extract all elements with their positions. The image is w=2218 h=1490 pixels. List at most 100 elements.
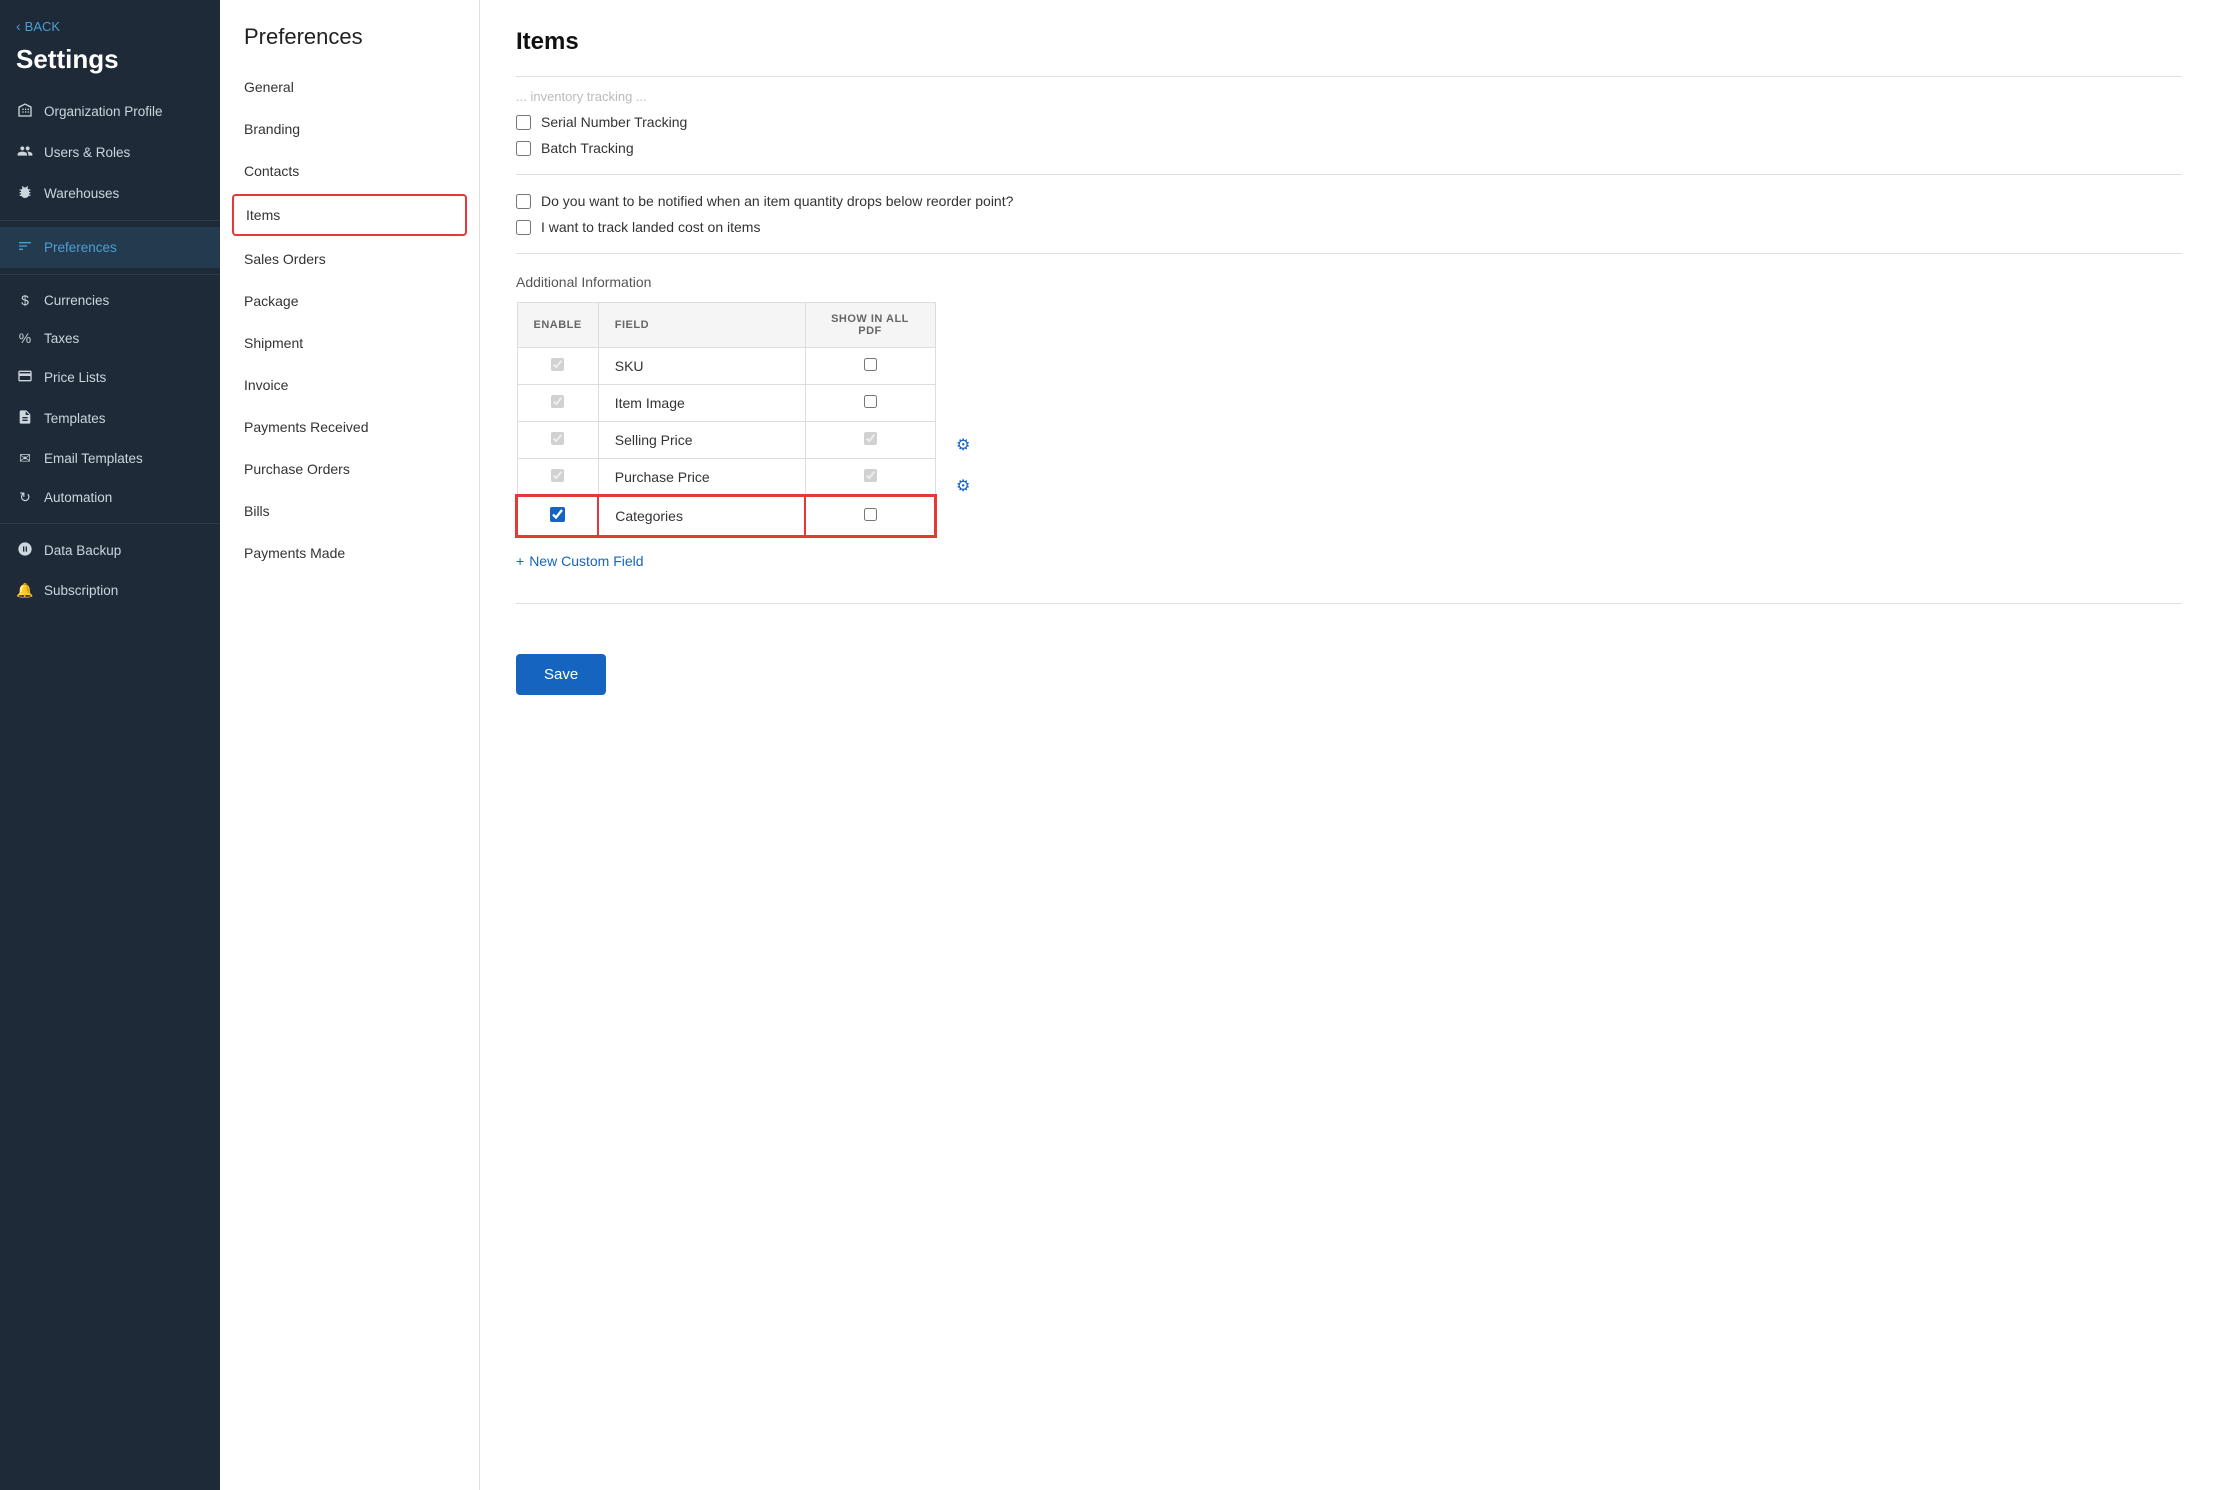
additional-info-table: ENABLE FIELD SHOW IN ALL PDF SKU [516, 302, 936, 537]
currency-icon: $ [16, 292, 34, 308]
batch-tracking-row: Batch Tracking [516, 140, 2182, 156]
middle-item-invoice[interactable]: Invoice [220, 364, 479, 406]
categories-pdf-checkbox[interactable] [864, 508, 877, 521]
sidebar-item-users-roles[interactable]: Users & Roles [0, 132, 220, 173]
notify-reorder-label: Do you want to be notified when an item … [541, 193, 1013, 209]
col-header-field: FIELD [598, 303, 805, 348]
purchase-price-pdf-checkbox[interactable] [864, 469, 877, 482]
sidebar: ‹ BACK Settings Organization Profile Use… [0, 0, 220, 1490]
back-chevron-icon: ‹ [16, 18, 21, 34]
notify-reorder-checkbox[interactable] [516, 194, 531, 209]
back-label: BACK [25, 19, 60, 34]
table-header-row: ENABLE FIELD SHOW IN ALL PDF [517, 303, 935, 348]
categories-field-cell: Categories [598, 496, 805, 536]
sku-pdf-checkbox[interactable] [864, 358, 877, 371]
email-icon: ✉ [16, 450, 34, 467]
middle-item-contacts[interactable]: Contacts [220, 150, 479, 192]
divider-2 [0, 274, 220, 275]
plus-icon: + [516, 553, 524, 569]
table-container: ENABLE FIELD SHOW IN ALL PDF SKU [516, 302, 2182, 537]
sidebar-item-org-profile[interactable]: Organization Profile [0, 91, 220, 132]
purchase-price-pdf-cell [805, 459, 935, 497]
middle-item-payments-received[interactable]: Payments Received [220, 406, 479, 448]
divider-before-save [516, 603, 2182, 604]
middle-panel-title: Preferences [220, 0, 479, 66]
new-custom-field-link[interactable]: + New Custom Field [516, 553, 644, 569]
purchase-price-gear-cell: ⚙ [936, 465, 970, 506]
item-image-field-cell: Item Image [598, 385, 805, 422]
middle-item-sales-orders[interactable]: Sales Orders [220, 238, 479, 280]
track-landed-checkbox[interactable] [516, 220, 531, 235]
middle-item-package[interactable]: Package [220, 280, 479, 322]
item-image-pdf-checkbox[interactable] [864, 395, 877, 408]
additional-info-label: Additional Information [516, 274, 2182, 290]
sidebar-item-price-lists[interactable]: Price Lists [0, 357, 220, 398]
sidebar-item-templates[interactable]: Templates [0, 398, 220, 439]
users-icon [16, 143, 34, 162]
table-row-item-image: Item Image [517, 385, 935, 422]
sidebar-item-preferences[interactable]: Preferences [0, 227, 220, 268]
sidebar-item-subscription[interactable]: 🔔 Subscription [0, 571, 220, 610]
preferences-icon [16, 238, 34, 257]
selling-price-field-cell: Selling Price [598, 422, 805, 459]
sidebar-item-currencies-label: Currencies [44, 293, 109, 308]
col-header-show-pdf: SHOW IN ALL PDF [805, 303, 935, 348]
sidebar-item-data-backup[interactable]: Data Backup [0, 530, 220, 571]
sidebar-item-users-label: Users & Roles [44, 145, 130, 160]
middle-item-general[interactable]: General [220, 66, 479, 108]
selling-price-pdf-cell [805, 422, 935, 459]
price-list-icon [16, 368, 34, 387]
top-faded-section: ... inventory tracking ... [516, 76, 2182, 104]
purchase-price-enable-cell [517, 459, 598, 497]
sidebar-item-templates-label: Templates [44, 411, 106, 426]
warehouse-icon [16, 184, 34, 203]
track-landed-label: I want to track landed cost on items [541, 219, 760, 235]
categories-pdf-cell [805, 496, 935, 536]
batch-tracking-checkbox[interactable] [516, 141, 531, 156]
serial-number-checkbox[interactable] [516, 115, 531, 130]
selling-price-pdf-checkbox[interactable] [864, 432, 877, 445]
selling-price-gear-icon[interactable]: ⚙ [956, 435, 970, 455]
sidebar-item-preferences-label: Preferences [44, 240, 117, 255]
table-row-purchase-price: Purchase Price [517, 459, 935, 497]
sidebar-item-automation-label: Automation [44, 490, 112, 505]
selling-price-gear-cell: ⚙ [936, 424, 970, 465]
backup-icon [16, 541, 34, 560]
save-button[interactable]: Save [516, 654, 606, 695]
sidebar-item-email-templates-label: Email Templates [44, 451, 143, 466]
middle-item-items[interactable]: Items [232, 194, 467, 236]
sidebar-title: Settings [0, 40, 220, 91]
templates-icon [16, 409, 34, 428]
sku-field-cell: SKU [598, 348, 805, 385]
sidebar-item-currencies[interactable]: $ Currencies [0, 281, 220, 319]
item-image-enable-checkbox[interactable] [551, 395, 564, 408]
automation-icon: ↻ [16, 489, 34, 506]
back-button[interactable]: ‹ BACK [0, 0, 220, 40]
divider-before-additional [516, 253, 2182, 254]
selling-price-enable-checkbox[interactable] [551, 432, 564, 445]
middle-item-shipment[interactable]: Shipment [220, 322, 479, 364]
item-image-gear-spacer [936, 383, 970, 424]
sku-gear-spacer [936, 342, 970, 383]
purchase-price-enable-checkbox[interactable] [551, 469, 564, 482]
notify-reorder-row: Do you want to be notified when an item … [516, 193, 2182, 209]
divider-after-tracking [516, 174, 2182, 175]
middle-item-branding[interactable]: Branding [220, 108, 479, 150]
middle-item-bills[interactable]: Bills [220, 490, 479, 532]
middle-item-payments-made[interactable]: Payments Made [220, 532, 479, 574]
sku-enable-checkbox[interactable] [551, 358, 564, 371]
taxes-icon: % [16, 330, 34, 346]
divider-1 [0, 220, 220, 221]
sidebar-item-automation[interactable]: ↻ Automation [0, 478, 220, 517]
middle-item-purchase-orders[interactable]: Purchase Orders [220, 448, 479, 490]
categories-enable-checkbox[interactable] [550, 507, 565, 522]
gear-header-spacer [936, 302, 970, 342]
sku-pdf-cell [805, 348, 935, 385]
sidebar-item-taxes-label: Taxes [44, 331, 79, 346]
categories-enable-cell [517, 496, 598, 536]
sidebar-item-taxes[interactable]: % Taxes [0, 319, 220, 357]
purchase-price-gear-icon[interactable]: ⚙ [956, 476, 970, 496]
sidebar-item-warehouses[interactable]: Warehouses [0, 173, 220, 214]
sidebar-item-data-backup-label: Data Backup [44, 543, 121, 558]
sidebar-item-email-templates[interactable]: ✉ Email Templates [0, 439, 220, 478]
